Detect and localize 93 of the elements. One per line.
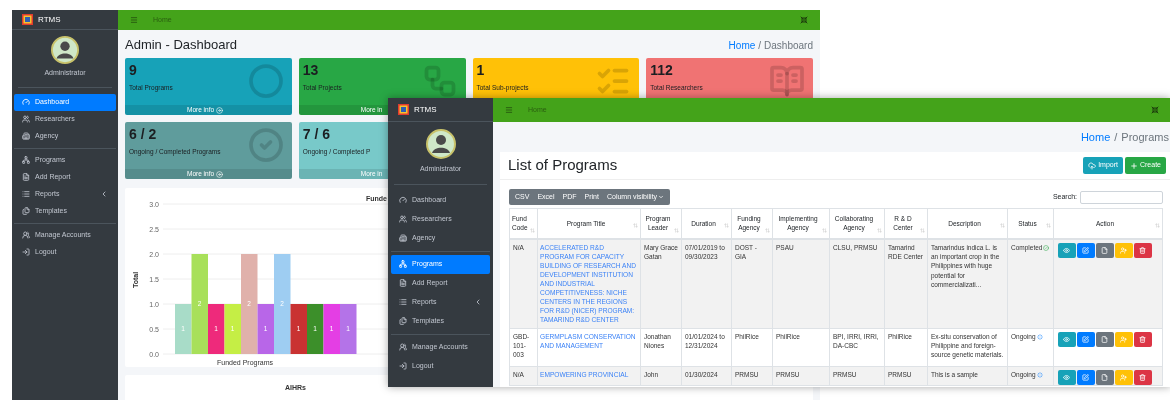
breadcrumb-current: Programs xyxy=(1121,129,1169,145)
sort-icon[interactable] xyxy=(1046,222,1051,228)
card-icon xyxy=(247,63,284,99)
nav-icon xyxy=(22,132,30,140)
breadcrumb-separator: / xyxy=(1114,129,1118,145)
nav-icon xyxy=(399,234,407,242)
logo-icon xyxy=(22,14,33,25)
edit-button[interactable] xyxy=(1077,242,1095,258)
sort-icon[interactable] xyxy=(674,227,679,233)
chevron-icon xyxy=(100,190,108,198)
stat-value: 13 xyxy=(302,61,320,79)
sort-icon[interactable] xyxy=(822,227,827,233)
sort-icon[interactable] xyxy=(877,227,882,233)
collapse-icon[interactable] xyxy=(1151,106,1159,114)
action-icon xyxy=(1063,373,1071,381)
sort-icon[interactable] xyxy=(724,222,729,228)
nav-icon xyxy=(22,207,30,215)
nav-icon xyxy=(399,279,407,287)
file-button[interactable] xyxy=(1096,331,1114,347)
sort-icon[interactable] xyxy=(1000,222,1005,228)
action-icon xyxy=(1139,335,1147,343)
nav-icon xyxy=(399,298,407,306)
breadcrumb-link[interactable]: Home xyxy=(728,37,756,53)
brand-name: RTMS xyxy=(38,13,61,26)
nav-icon xyxy=(399,196,407,204)
nav-icon xyxy=(22,248,30,256)
delete-button[interactable] xyxy=(1134,369,1152,385)
sort-icon[interactable] xyxy=(765,227,770,233)
breadcrumb-current: Dashboard xyxy=(764,38,813,53)
brand-name: RTMS xyxy=(414,103,437,116)
action-icon xyxy=(1063,246,1071,254)
stat-value: 9 xyxy=(129,61,138,79)
action-icon xyxy=(1082,335,1090,343)
stat-value: 7 / 6 xyxy=(302,125,331,143)
stat-value: 6 / 2 xyxy=(129,125,158,143)
view-button[interactable] xyxy=(1058,369,1076,385)
nav-icon xyxy=(22,190,30,198)
sort-icon[interactable] xyxy=(530,227,535,233)
nav-icon xyxy=(22,231,30,239)
nav-icon xyxy=(22,115,30,123)
avatar-icon xyxy=(51,36,79,64)
action-icon xyxy=(1139,373,1147,381)
plus-icon xyxy=(1130,161,1138,170)
nav-icon xyxy=(22,156,30,164)
action-icon xyxy=(1101,335,1109,343)
action-icon xyxy=(1063,335,1071,343)
logo-icon xyxy=(398,104,409,115)
menu-icon[interactable] xyxy=(130,16,138,24)
bar xyxy=(307,304,324,354)
page-title: Admin - Dashboard xyxy=(125,36,237,55)
arrow-icon xyxy=(216,106,224,114)
edit-button[interactable] xyxy=(1077,369,1095,385)
caret-icon xyxy=(658,194,665,200)
nav-icon xyxy=(399,343,407,351)
nav-icon xyxy=(399,260,407,268)
nav-icon xyxy=(399,362,407,370)
view-button[interactable] xyxy=(1058,242,1076,258)
bar xyxy=(340,304,357,354)
avatar-icon xyxy=(425,129,456,159)
sort-icon[interactable] xyxy=(633,222,638,228)
upload-icon xyxy=(1088,161,1097,170)
chevron-icon xyxy=(474,298,482,306)
file-button[interactable] xyxy=(1096,369,1114,385)
card-title: List of Programs xyxy=(508,155,618,176)
delete-button[interactable] xyxy=(1134,331,1152,347)
arrow-icon xyxy=(216,170,224,178)
action-icon xyxy=(1120,335,1128,343)
nav-icon xyxy=(399,317,407,325)
file-button[interactable] xyxy=(1096,242,1114,258)
edit-button[interactable] xyxy=(1077,331,1095,347)
sort-icon[interactable] xyxy=(1155,222,1160,228)
breadcrumb-separator: / xyxy=(758,38,762,53)
action-icon xyxy=(1101,373,1109,381)
search-field[interactable] xyxy=(1080,190,1163,204)
action-icon xyxy=(1120,373,1128,381)
action-icon xyxy=(1082,373,1090,381)
action-icon xyxy=(1082,246,1090,254)
sort-icon[interactable] xyxy=(920,227,925,233)
stat-value: 1 xyxy=(476,61,486,79)
nav-icon xyxy=(399,215,407,223)
delete-button[interactable] xyxy=(1134,242,1152,258)
card-icon xyxy=(247,127,284,163)
action-icon xyxy=(1139,246,1147,254)
nav-icon xyxy=(22,98,30,106)
stat-value: 112 xyxy=(650,61,674,79)
view-button[interactable] xyxy=(1058,331,1076,347)
action-icon xyxy=(1101,246,1109,254)
nav-icon xyxy=(22,173,30,181)
breadcrumb-link[interactable]: Home xyxy=(1080,128,1111,146)
card-icon xyxy=(769,63,805,99)
collapse-icon[interactable] xyxy=(800,16,808,24)
menu-icon[interactable] xyxy=(505,106,513,114)
action-icon xyxy=(1120,246,1128,254)
